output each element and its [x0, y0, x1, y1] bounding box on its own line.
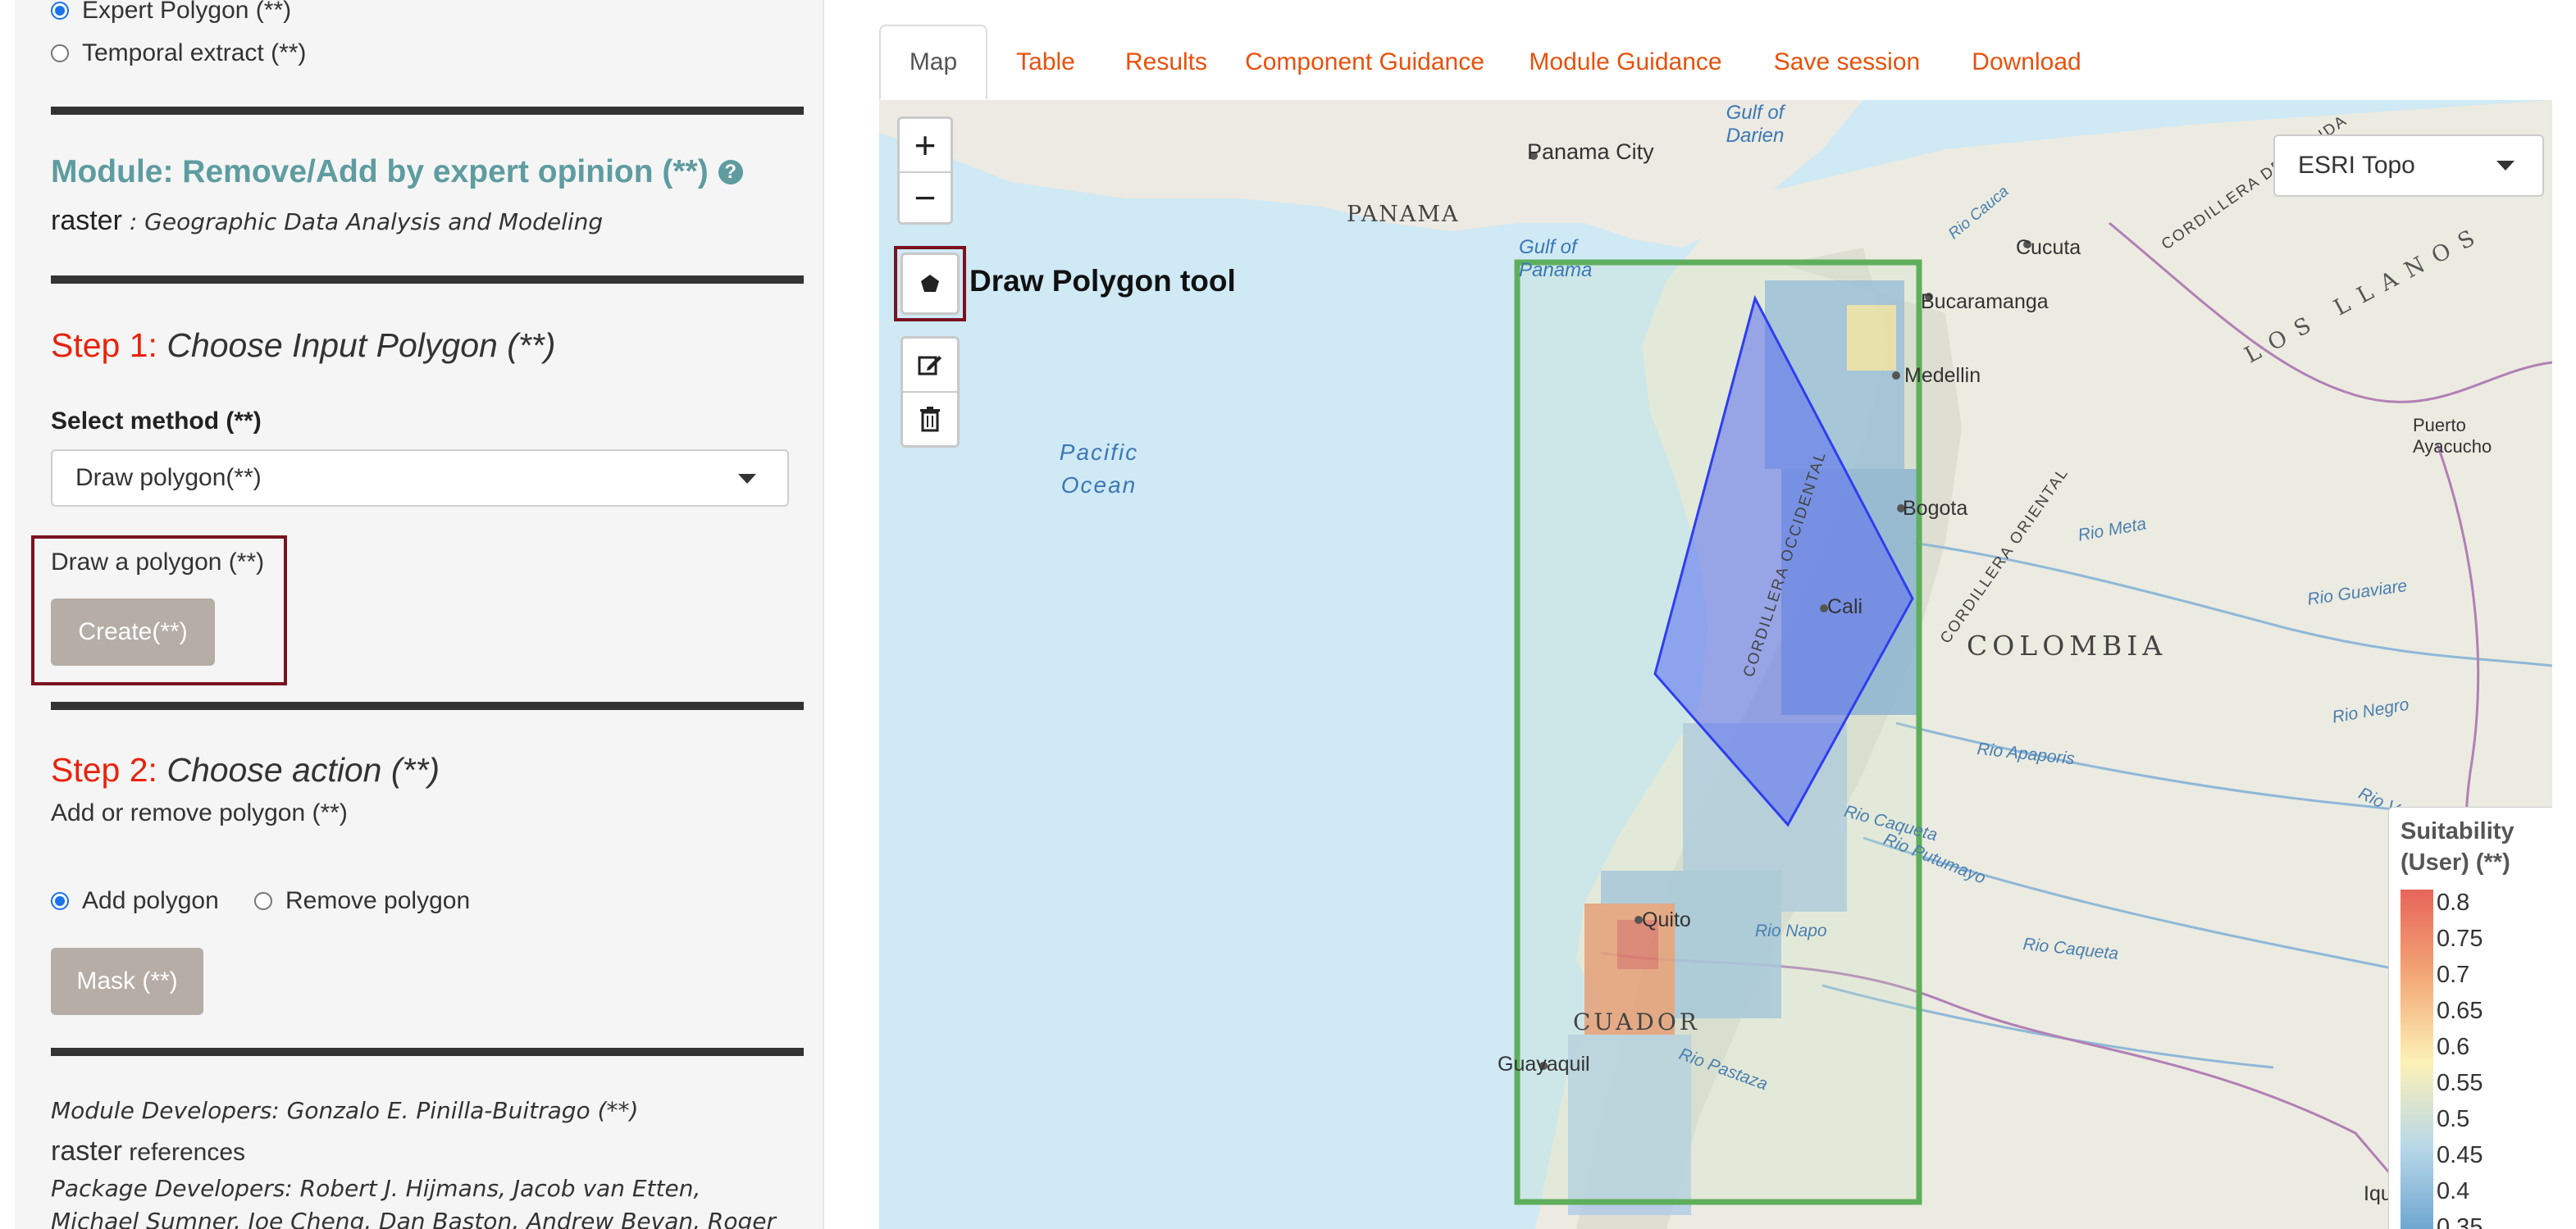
legend-tick: 0.65: [2437, 998, 2483, 1024]
radio-button[interactable]: [51, 2, 69, 20]
edit-icon: [918, 356, 941, 376]
tab-map[interactable]: Map: [879, 25, 987, 100]
polygon-icon: [921, 275, 939, 292]
map-label-panama-city: Panama City: [1527, 139, 1654, 164]
radio-temporal-extract[interactable]: Temporal extract (**): [51, 39, 306, 67]
divider: [51, 275, 804, 284]
zoom-in-button[interactable]: +: [900, 119, 951, 173]
legend-tick: 0.75: [2437, 926, 2483, 952]
edit-delete-control: [900, 336, 960, 448]
radio-label: Expert Polygon (**): [82, 0, 292, 24]
tab-save-session[interactable]: Save session: [1753, 25, 1940, 100]
tab-results[interactable]: Results: [1109, 25, 1224, 100]
map-label-ecuador: CUADOR: [1573, 1008, 1700, 1036]
radio-label: Temporal extract (**): [82, 39, 307, 66]
radio-button[interactable]: [254, 892, 272, 910]
legend-tick: 0.4: [2437, 1178, 2470, 1204]
legend-title-line2: (User) (**): [2400, 849, 2510, 876]
legend-tick: 0.35: [2437, 1214, 2483, 1229]
sidebar-panel: Expert Polygon (**) Temporal extract (**…: [15, 0, 824, 1229]
module-title: Module: Remove/Add by expert opinion (**…: [51, 154, 743, 190]
references-package: raster: [51, 1136, 122, 1167]
select-method-value: Draw polygon(**): [75, 464, 262, 491]
mask-button[interactable]: Mask (**): [51, 948, 203, 1015]
chevron-down-icon: [2496, 161, 2514, 171]
radio-label: Add polygon: [82, 887, 219, 914]
step1-title: Choose Input Polygon (**): [166, 326, 556, 364]
radio-add-polygon[interactable]: Add polygon: [51, 887, 219, 915]
radio-button[interactable]: [51, 892, 69, 910]
edit-layers-button[interactable]: [903, 339, 957, 393]
create-button[interactable]: Create(**): [51, 599, 215, 666]
draw-polygon-button[interactable]: [900, 253, 960, 315]
module-developers: Module Developers: Gonzalo E. Pinilla-Bu…: [51, 1097, 639, 1124]
zoom-control: + −: [897, 116, 953, 225]
references-line: raster references: [51, 1136, 245, 1168]
step1-number: Step 1:: [51, 326, 157, 364]
select-method-label: Select method (**): [51, 407, 262, 435]
tab-component-guidance[interactable]: Component Guidance: [1233, 25, 1496, 100]
city-dot: [1892, 371, 1900, 380]
legend-color-bar: [2400, 890, 2433, 1229]
tab-download[interactable]: Download: [1954, 25, 2100, 100]
help-icon[interactable]: ?: [718, 160, 743, 184]
map-label-quito: Quito: [1642, 908, 1691, 931]
legend-title-line1: Suitability: [2400, 818, 2514, 844]
step1-heading: Step 1: Choose Input Polygon (**): [51, 326, 555, 365]
radio-label: Remove polygon: [285, 887, 471, 914]
divider: [51, 702, 804, 710]
step2-heading: Step 2: Choose action (**): [51, 751, 440, 790]
map-label-medellin: Medellin: [1904, 364, 1981, 387]
map-label-bogota: Bogota: [1903, 497, 1968, 520]
delete-layers-button[interactable]: [903, 391, 957, 447]
draw-polygon-tool-label: Draw Polygon tool: [969, 264, 1236, 298]
package-name: raster: [51, 205, 122, 236]
package-line: raster : Geographic Data Analysis and Mo…: [51, 205, 603, 237]
legend-tick: 0.55: [2437, 1070, 2483, 1096]
basemap-select[interactable]: ESRI Topo: [2273, 134, 2544, 197]
map-label-cucuta: Cucuta: [2016, 236, 2081, 259]
map-label-pacific-ocean: Pacific Ocean: [1059, 439, 1139, 498]
add-remove-label: Add or remove polygon (**): [51, 799, 348, 826]
legend-tick: 0.7: [2437, 962, 2470, 988]
package-description: : Geographic Data Analysis and Modeling: [129, 208, 604, 235]
map-label-gulf-panama: Gulf of Panama: [1519, 236, 1593, 281]
tab-table[interactable]: Table: [1001, 25, 1091, 100]
legend-tick: 0.8: [2437, 890, 2470, 916]
divider: [51, 1048, 804, 1056]
step2-title: Choose action (**): [166, 751, 440, 789]
tab-bar: Map Table Results Component Guidance Mod…: [879, 25, 2552, 102]
chevron-down-icon: [738, 474, 756, 484]
map-label-panama: PANAMA: [1347, 202, 1460, 227]
draw-polygon-label: Draw a polygon (**): [51, 548, 265, 576]
package-developers: Package Developers: Robert J. Hijmans, J…: [51, 1175, 777, 1229]
zoom-out-button[interactable]: −: [900, 171, 951, 224]
legend-tick: 0.5: [2437, 1106, 2470, 1132]
divider: [51, 107, 804, 115]
references-label: references: [129, 1139, 246, 1166]
map-label-colombia: COLOMBIA: [1967, 630, 2168, 662]
radio-button[interactable]: [51, 44, 69, 62]
suitability-legend: Suitability (User) (**) 0.8 0.75 0.7 0.6…: [2388, 807, 2552, 1229]
legend-title: Suitability (User) (**): [2400, 816, 2514, 878]
radio-expert-polygon[interactable]: Expert Polygon (**): [51, 0, 291, 25]
radio-remove-polygon[interactable]: Remove polygon: [254, 887, 470, 915]
legend-tick: 0.45: [2437, 1142, 2483, 1168]
map-label-guayaquil: Guayaquil: [1498, 1053, 1590, 1076]
map-label-gulf-darien: Gulf of Darien: [1726, 102, 1785, 147]
map-label-puerto-ayacucho: Puerto Ayacucho: [2413, 415, 2492, 457]
map-label-rio-napo: Rio Napo: [1755, 922, 1827, 940]
map-label-bucaramanga: Bucaramanga: [1921, 290, 2049, 313]
select-method-dropdown[interactable]: Draw polygon(**): [51, 449, 789, 507]
trash-icon: [920, 407, 940, 432]
map-view[interactable]: Panama City PANAMA Gulf of Darien Gulf o…: [879, 100, 2552, 1229]
basemap-value: ESRI Topo: [2298, 152, 2415, 179]
step2-number: Step 2:: [51, 751, 157, 789]
tab-module-guidance[interactable]: Module Guidance: [1511, 25, 1740, 100]
module-title-text: Module: Remove/Add by expert opinion (**…: [51, 154, 709, 189]
map-label-cali: Cali: [1827, 595, 1863, 618]
legend-tick: 0.6: [2437, 1034, 2470, 1060]
